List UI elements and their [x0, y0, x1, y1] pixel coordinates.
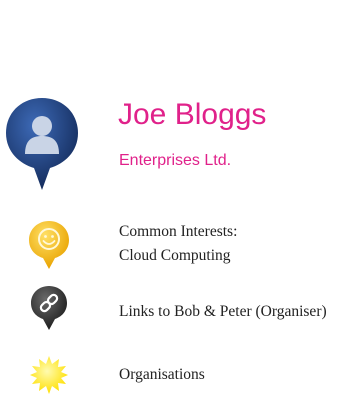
smiley-pin-icon: [29, 221, 69, 269]
link-pin-icon: [31, 286, 67, 330]
common-interests-value: Cloud Computing: [119, 247, 231, 264]
links-text: Links to Bob & Peter (Organiser): [119, 303, 327, 320]
organisations-text: Organisations: [119, 366, 205, 383]
profile-name: Joe Bloggs: [118, 98, 267, 131]
company-name: Enterprises Ltd.: [119, 152, 232, 169]
profile-pin-icon: [6, 98, 78, 190]
common-interests-text: Common Interests: Cloud Computing: [119, 220, 237, 268]
sun-icon: [30, 356, 68, 394]
common-interests-label: Common Interests:: [119, 223, 238, 240]
